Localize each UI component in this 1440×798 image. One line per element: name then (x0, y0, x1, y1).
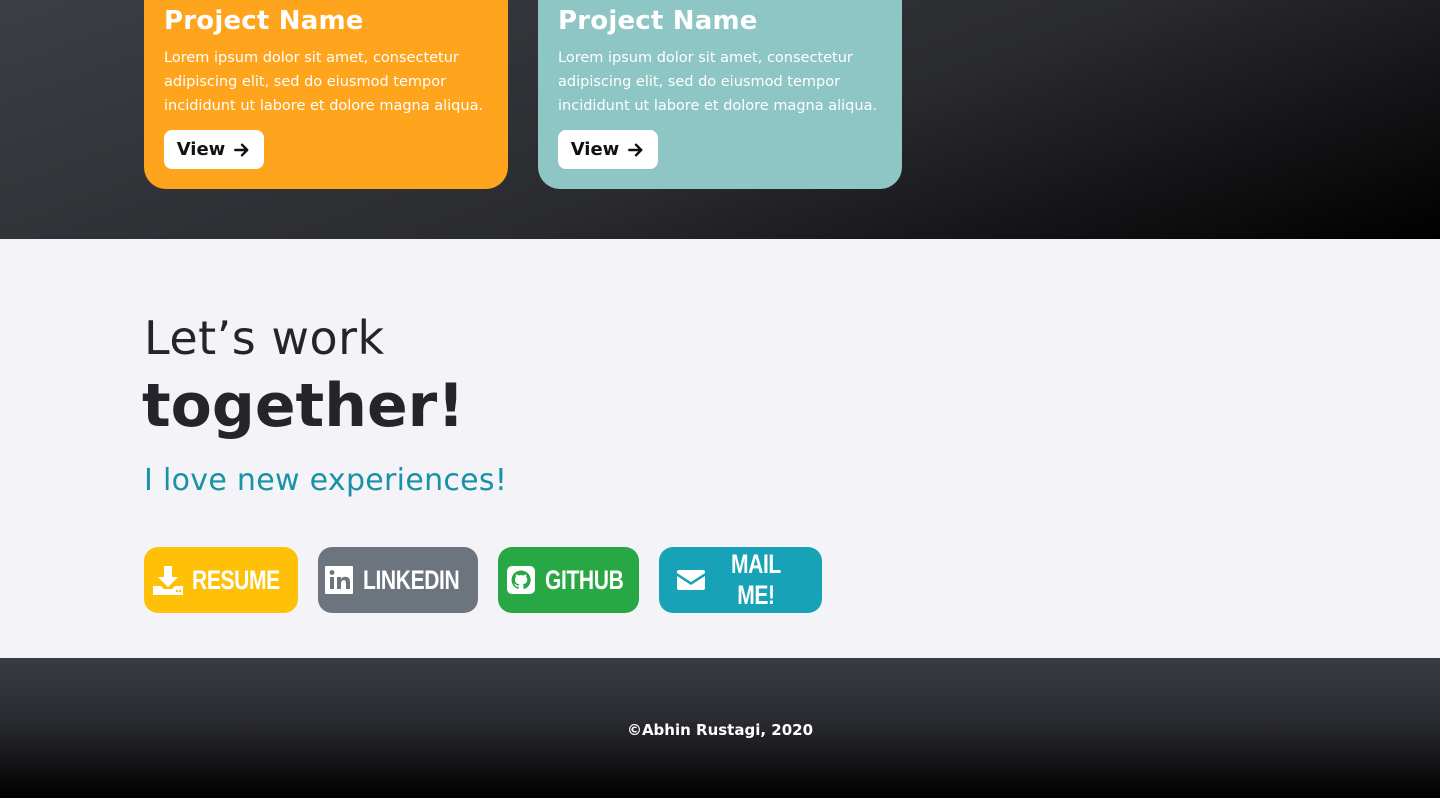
mail-button-label: Mail Me! (730, 549, 781, 610)
view-button-label: View (176, 139, 226, 160)
contact-headline-line1: Let’s work (144, 311, 385, 365)
contact-tagline: I love new experiences! (144, 463, 508, 498)
project-card: Project Name Lorem ipsum dolor sit amet,… (538, 0, 902, 189)
linkedin-button[interactable]: Linkedin (318, 547, 478, 613)
project-title: Project Name (558, 6, 758, 36)
project-title: Project Name (164, 6, 364, 36)
envelope-icon (677, 570, 705, 590)
footer-copyright: ©Abhin Rustagi, 2020 (626, 721, 814, 739)
arrow-right-icon (234, 143, 249, 156)
projects-section: Project Name Lorem ipsum dolor sit amet,… (0, 0, 1440, 239)
view-project-button[interactable]: View (164, 130, 264, 169)
github-icon (507, 566, 536, 594)
github-button[interactable]: Github (498, 547, 639, 613)
footer: ©Abhin Rustagi, 2020 (0, 658, 1440, 798)
resume-button[interactable]: Resume (144, 547, 298, 613)
arrow-right-icon (628, 143, 643, 156)
view-button-label: View (570, 139, 620, 160)
contact-headline-line2: together! (142, 371, 465, 441)
linkedin-icon (325, 566, 354, 594)
github-button-label: Github (545, 564, 624, 595)
project-description: Lorem ipsum dolor sit amet, consectetur … (558, 50, 878, 114)
project-description: Lorem ipsum dolor sit amet, consectetur … (164, 50, 484, 114)
project-card: Project Name Lorem ipsum dolor sit amet,… (144, 0, 508, 189)
contact-actions: Resume Linkedin Github Mail Me! (144, 547, 822, 613)
resume-button-label: Resume (191, 564, 280, 595)
contact-section: Let’s work together! I love new experien… (0, 239, 1440, 658)
mail-button[interactable]: Mail Me! (659, 547, 822, 613)
download-icon (152, 566, 183, 595)
linkedin-button-label: Linkedin (363, 564, 460, 595)
view-project-button[interactable]: View (558, 130, 658, 169)
